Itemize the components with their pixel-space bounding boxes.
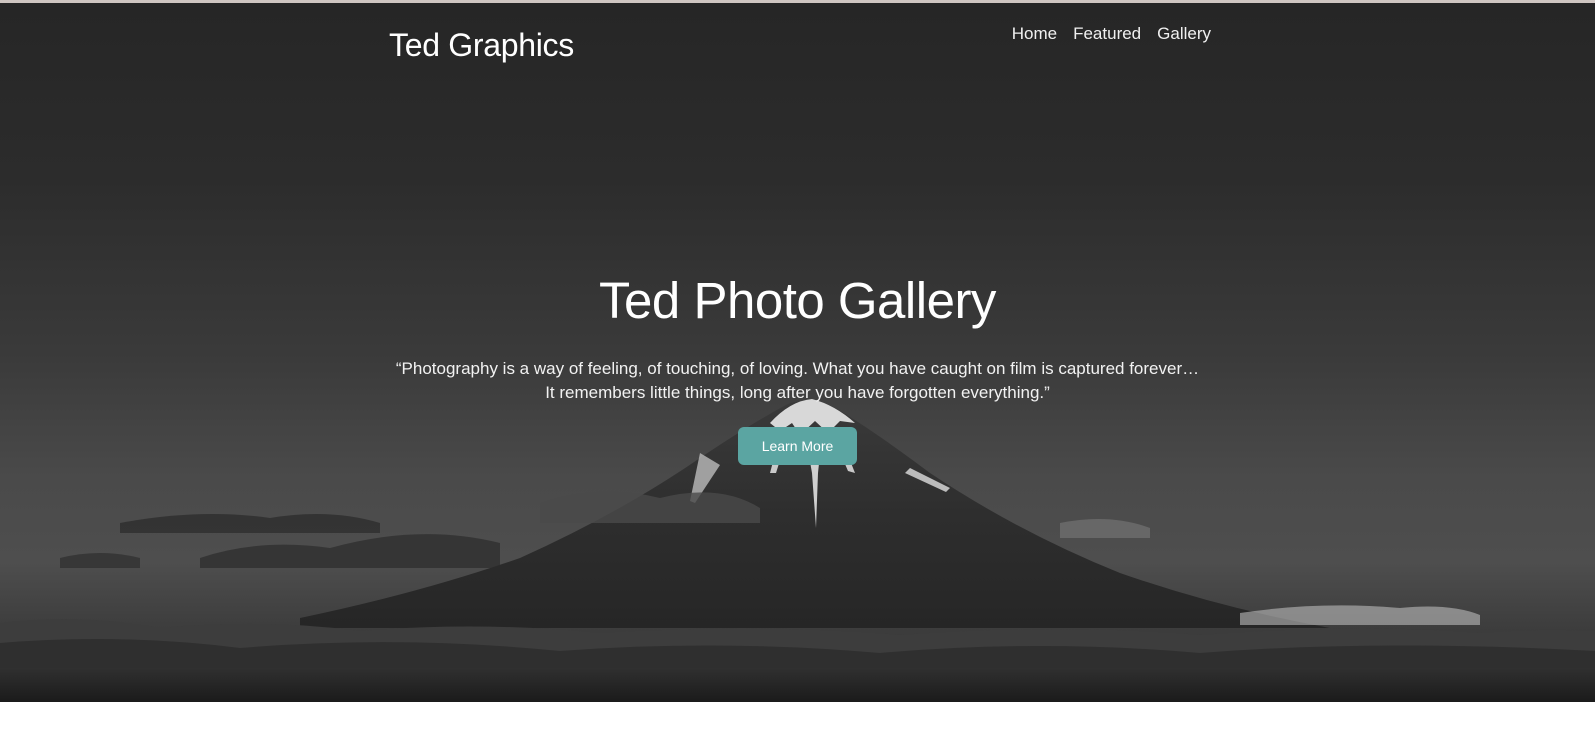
hero-section: Ted Graphics Home Featured Gallery Ted P… xyxy=(0,3,1595,702)
nav-link-home[interactable]: Home xyxy=(1012,24,1057,44)
nav-link-gallery[interactable]: Gallery xyxy=(1157,24,1211,44)
hero-quote-line-1: “Photography is a way of feeling, of tou… xyxy=(395,359,1200,379)
nav-link-featured[interactable]: Featured xyxy=(1073,24,1141,44)
hero-content: Ted Photo Gallery “Photography is a way … xyxy=(0,272,1595,466)
hero-title: Ted Photo Gallery xyxy=(599,272,996,329)
site-logo[interactable]: Ted Graphics xyxy=(389,27,574,64)
site-header: Ted Graphics Home Featured Gallery xyxy=(0,3,1595,93)
main-nav: Home Featured Gallery xyxy=(1012,24,1211,44)
hero-quote: “Photography is a way of feeling, of tou… xyxy=(358,357,1238,405)
hero-quote-line-2: It remembers little things, long after y… xyxy=(545,383,1050,403)
learn-more-button[interactable]: Learn More xyxy=(738,427,857,466)
